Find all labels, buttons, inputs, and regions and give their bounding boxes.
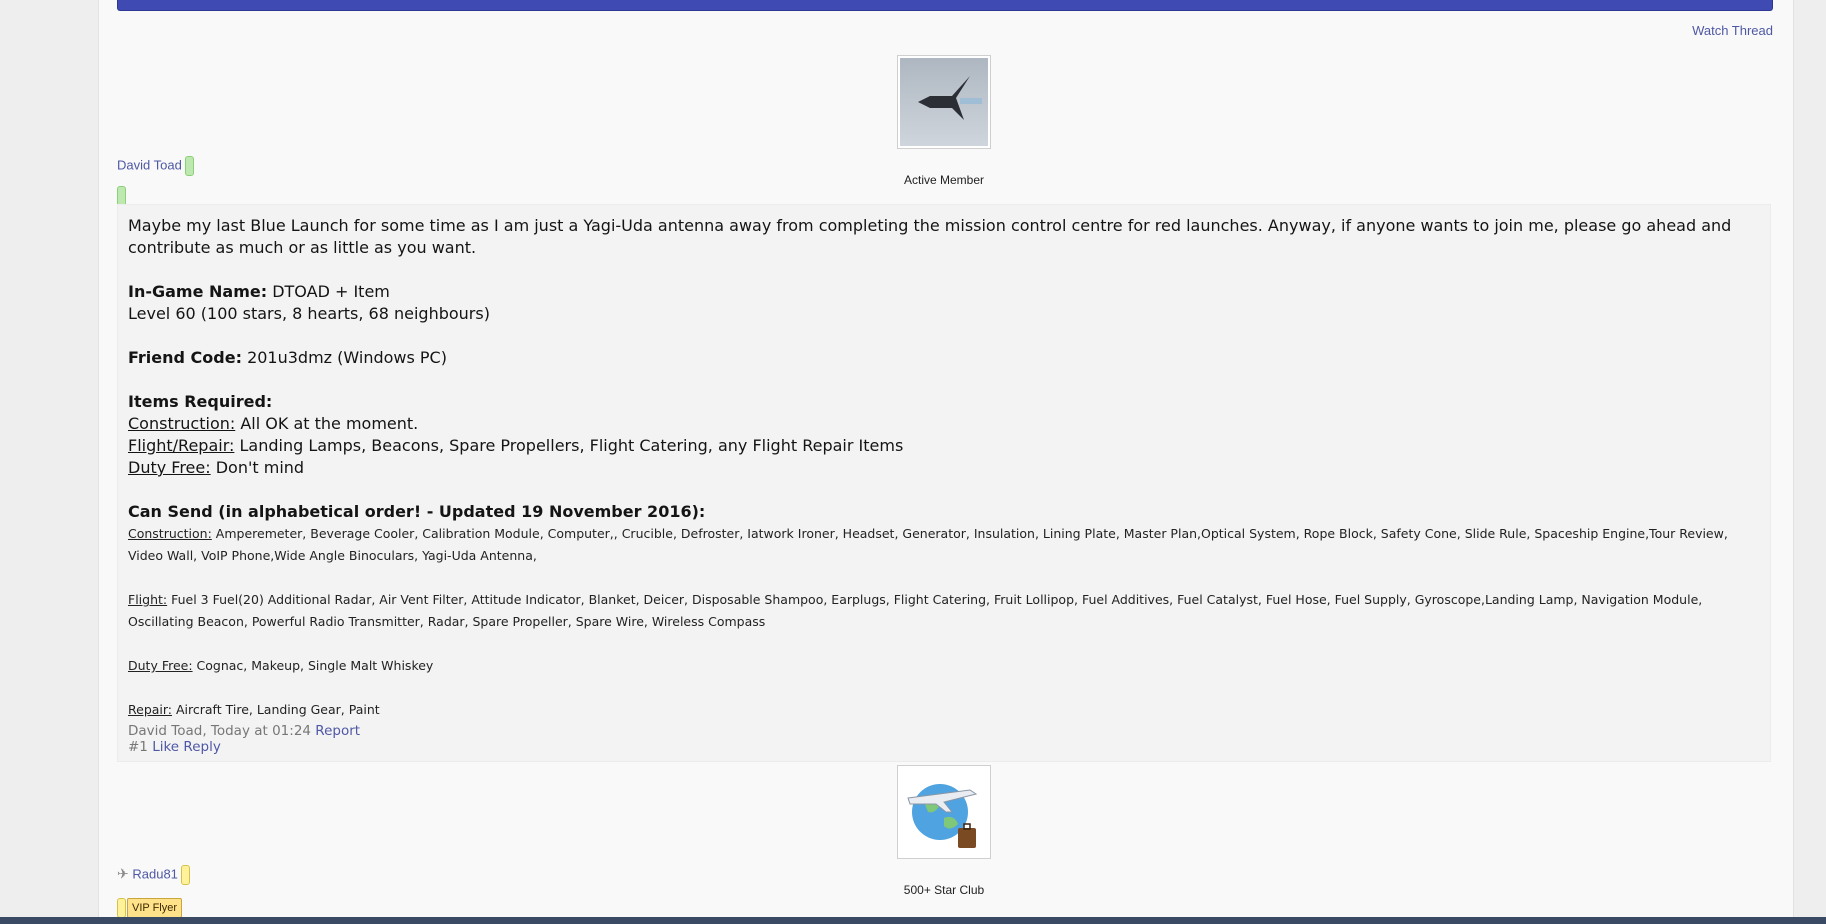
send-duty-line: Duty Free: Cognac, Makeup, Single Malt W… [128,658,434,673]
status-pill-icon [180,865,190,885]
forum-page: Watch Thread David Toad Active Member Ma… [98,0,1794,924]
like-link[interactable]: Like [152,739,179,755]
os-taskbar [0,917,1826,924]
online-pill-icon [117,185,126,206]
send-flight-line: Flight: Fuel 3 Fuel(20) Additional Radar… [128,592,1703,629]
globe-plane-avatar [900,768,988,856]
level-line: Level 60 (100 stars, 8 hearts, 68 neighb… [128,304,490,323]
req-construction-line: Construction: All OK at the moment. [128,414,419,433]
online-indicator [117,185,126,206]
badge-row [117,897,126,918]
user-avatar-radu81[interactable] [897,765,991,859]
status-pill-icon [184,156,194,176]
post-actions: #1 Like Reply [128,739,221,755]
vip-badge: VIP Flyer [127,898,183,918]
report-link[interactable]: Report [315,723,360,739]
req-duty-line: Duty Free: Don't mind [128,458,305,477]
user-title-1: Active Member [903,173,985,187]
post-intro: Maybe my last Blue Launch for some time … [128,216,1732,257]
thread-header-bar [117,0,1773,11]
post-message-1: Maybe my last Blue Launch for some time … [117,204,1771,762]
reply-link[interactable]: Reply [183,739,220,755]
send-repair-line: Repair: Aircraft Tire, Landing Gear, Pai… [128,702,380,717]
friend-code-line: Friend Code: 201u3dmz (Windows PC) [128,348,447,367]
can-send-heading: Can Send (in alphabetical order! - Updat… [128,502,706,521]
poster-username-2[interactable]: ✈ Radu81 [117,865,190,885]
post-meta: David Toad, Today at 01:24 Report [128,723,361,739]
items-required-heading: Items Required: [128,392,273,411]
user-title-2: 500+ Star Club [903,883,985,897]
poster-username-1[interactable]: David Toad [117,156,194,176]
ign-line: In-Game Name: DTOAD + Item [128,282,390,301]
watch-thread-link[interactable]: Watch Thread [1692,23,1773,38]
airplane-avatar [900,58,988,146]
req-flight-line: Flight/Repair: Landing Lamps, Beacons, S… [128,436,904,455]
user-avatar-david-toad[interactable] [897,55,991,149]
can-send-list: Construction: Amperemeter, Beverage Cool… [128,523,1760,721]
send-construction-line: Construction: Amperemeter, Beverage Cool… [128,526,1728,563]
badge-pill-icon [117,897,126,918]
plane-small-icon: ✈ [117,865,129,882]
